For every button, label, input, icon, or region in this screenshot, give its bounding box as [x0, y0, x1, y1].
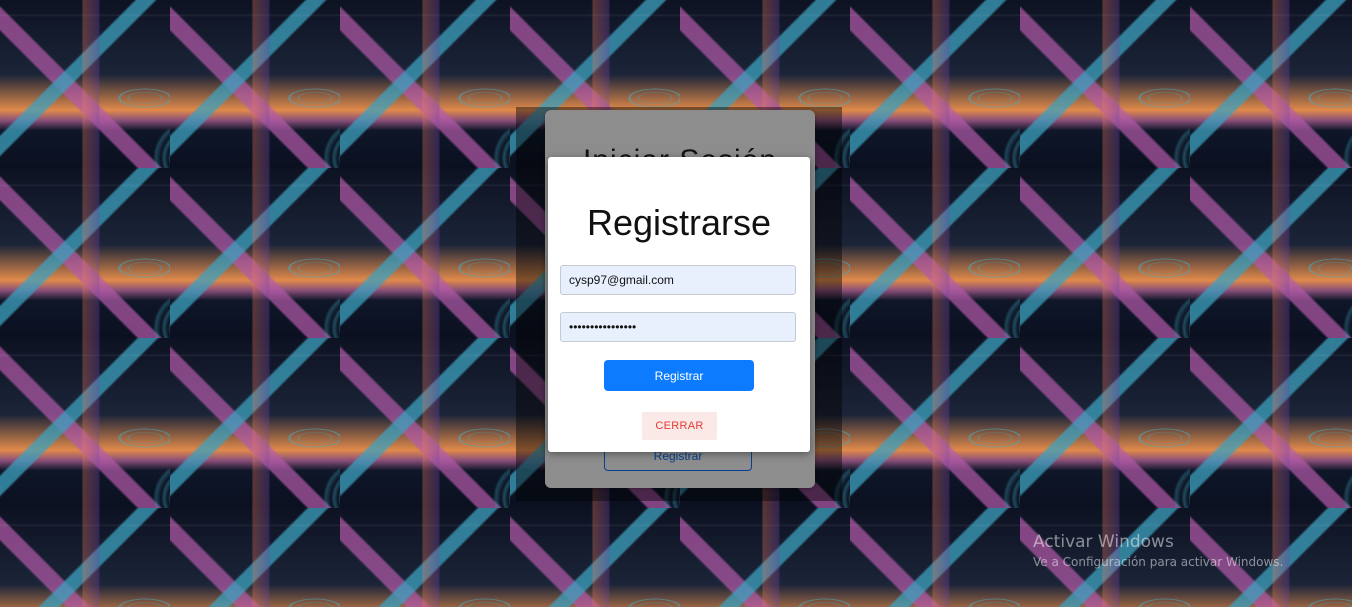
watermark-title: Activar Windows [1033, 532, 1174, 552]
windows-activation-watermark: Activar Windows Ve a Configuración para … [1033, 531, 1283, 571]
password-field[interactable] [560, 312, 796, 342]
register-button[interactable]: Registrar [604, 360, 754, 391]
close-button[interactable]: CERRAR [642, 412, 717, 440]
modal-title: Registrarse [586, 202, 772, 243]
watermark-subtitle: Ve a Configuración para activar Windows. [1033, 555, 1284, 569]
email-field[interactable] [560, 265, 796, 295]
register-modal: Registrarse Registrar CERRAR [548, 157, 810, 452]
